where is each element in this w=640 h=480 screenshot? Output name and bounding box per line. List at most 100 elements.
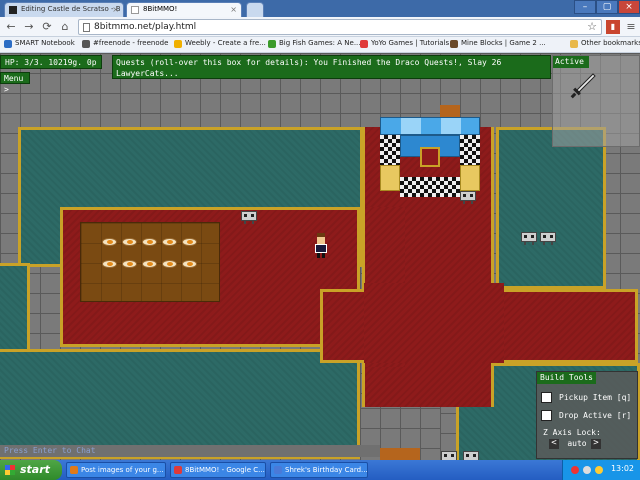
bookmark-yoyo[interactable]: YoYo Games | Tutorials	[360, 39, 450, 48]
npc-robot[interactable]	[241, 211, 257, 224]
food-plate[interactable]	[182, 260, 197, 268]
npc-robot[interactable]	[463, 451, 479, 460]
bookmark-label: Other bookmarks	[581, 39, 640, 47]
new-tab-button[interactable]	[246, 2, 264, 17]
close-icon[interactable]: ×	[230, 5, 237, 14]
reload-button[interactable]: ⟳	[40, 20, 54, 34]
checker-tile	[460, 135, 480, 165]
home-button[interactable]: ⌂	[58, 20, 72, 34]
drop-checkbox[interactable]	[541, 410, 552, 421]
zaxis-next-button[interactable]: >	[591, 439, 601, 449]
gold-block	[460, 165, 480, 191]
page-favicon	[9, 6, 17, 14]
menu-button[interactable]: Menu >	[0, 72, 30, 94]
tray-icon[interactable]	[571, 466, 579, 474]
bookmark-label: YoYo Games | Tutorials	[371, 39, 450, 47]
npc-robot[interactable]	[460, 191, 476, 204]
bookmark-icon	[174, 40, 182, 48]
quests-box[interactable]: Quests (roll-over this box for details):…	[112, 55, 551, 79]
close-window-button[interactable]: ×	[618, 0, 640, 14]
start-button[interactable]: start	[0, 460, 62, 480]
windows-taskbar: start Post images of your g... 8BitMMO! …	[0, 460, 640, 480]
system-tray: 13:02	[562, 460, 640, 480]
zaxis-value: auto	[567, 439, 587, 448]
food-plate[interactable]	[122, 260, 137, 268]
bookmark-smart-notebook[interactable]: SMART Notebook	[4, 39, 75, 48]
food-plate[interactable]	[162, 238, 177, 246]
sword-icon	[570, 73, 596, 99]
tab-title: Editing Castle de Scratso - B	[21, 5, 121, 13]
tray-icon[interactable]	[583, 466, 591, 474]
bookmark-other[interactable]: Other bookmarks	[570, 39, 640, 48]
food-plate[interactable]	[142, 238, 157, 246]
maximize-button[interactable]: ▢	[596, 0, 618, 14]
folder-icon	[570, 40, 578, 48]
bookmark-icon	[268, 40, 276, 48]
throne-seat	[420, 147, 440, 167]
page-favicon	[131, 6, 139, 14]
build-tools-title: Build Tools	[537, 372, 596, 384]
bookmark-icon	[82, 40, 90, 48]
task-post-images[interactable]: Post images of your g...	[66, 462, 166, 478]
tray-icon[interactable]	[595, 466, 603, 474]
food-plate[interactable]	[182, 238, 197, 246]
food-plate[interactable]	[122, 238, 137, 246]
extension-icon[interactable]: ▮	[606, 20, 620, 34]
start-label: start	[20, 463, 50, 476]
clock[interactable]: 13:02	[611, 464, 634, 473]
wooden-door[interactable]	[440, 105, 460, 117]
zaxis-prev-button[interactable]: <	[549, 439, 559, 449]
red-carpet-join2	[364, 283, 504, 363]
bookmark-big-fish[interactable]: Big Fish Games: A Ne...	[268, 39, 361, 48]
drop-label: Drop Active [r]	[559, 411, 632, 420]
bookmark-icon	[360, 40, 368, 48]
windows-logo-icon	[5, 465, 15, 475]
bookmark-label: SMART Notebook	[15, 39, 75, 47]
water-tiles	[380, 117, 480, 135]
back-button[interactable]: ←	[4, 20, 18, 34]
food-plate[interactable]	[162, 260, 177, 268]
active-item-panel[interactable]: Active	[552, 55, 640, 147]
food-plate[interactable]	[102, 238, 117, 246]
bookmark-freenode[interactable]: #freenode - freenode	[82, 39, 168, 48]
page-icon	[83, 23, 90, 32]
npc-robot[interactable]	[521, 232, 537, 245]
player-legs	[317, 253, 320, 258]
player-character[interactable]	[314, 233, 328, 259]
firefox-icon	[70, 466, 78, 474]
task-shrek-card[interactable]: Shrek's Birthday Card...	[270, 462, 368, 478]
npc-robot[interactable]	[540, 232, 556, 245]
bookmark-weebly[interactable]: Weebly - Create a fre...	[174, 39, 266, 48]
chat-input[interactable]: Press Enter to Chat	[0, 445, 380, 457]
bookmark-mine-blocks[interactable]: Mine Blocks | Game 2 ...	[450, 39, 546, 48]
food-plate[interactable]	[102, 260, 117, 268]
active-label: Active	[553, 56, 589, 68]
pickup-label: Pickup Item [q]	[559, 393, 632, 402]
task-8bitmmo[interactable]: 8BitMMO! - Google C...	[170, 462, 266, 478]
wooden-door[interactable]	[380, 448, 420, 460]
game-canvas[interactable]: HP: 3/3. 10219g. 0p Quests (roll-over th…	[0, 53, 640, 460]
task-label: 8BitMMO! - Google C...	[185, 466, 265, 474]
task-label: Post images of your g...	[81, 466, 164, 474]
tab-editing-castle[interactable]: Editing Castle de Scratso - B ×	[4, 2, 124, 17]
tab-8bitmmo[interactable]: 8BitMMO! ×	[126, 2, 242, 17]
browser-toolbar: ← → ⟳ ⌂ 8bitmmo.net/play.html ☆ ▮ ≡	[0, 17, 640, 37]
chrome-icon	[174, 466, 182, 474]
gold-block	[380, 165, 400, 191]
minimize-button[interactable]: –	[574, 0, 596, 14]
forward-button[interactable]: →	[22, 20, 36, 34]
teal-floor-bottom-left	[0, 349, 360, 459]
checker-floor	[400, 177, 460, 197]
tab-title: 8BitMMO!	[143, 5, 178, 13]
npc-robot[interactable]	[441, 451, 457, 460]
hud-status: HP: 3/3. 10219g. 0p	[0, 55, 102, 69]
pickup-checkbox[interactable]	[541, 392, 552, 403]
url-text: 8bitmmo.net/play.html	[94, 22, 197, 32]
food-plate[interactable]	[142, 260, 157, 268]
address-bar[interactable]: 8bitmmo.net/play.html ☆	[78, 19, 602, 35]
checker-tile	[380, 135, 400, 165]
bookmark-star-icon[interactable]: ☆	[587, 20, 597, 33]
close-icon[interactable]: ×	[112, 5, 119, 14]
wrench-icon[interactable]: ≡	[624, 20, 638, 34]
player-body	[315, 244, 327, 253]
